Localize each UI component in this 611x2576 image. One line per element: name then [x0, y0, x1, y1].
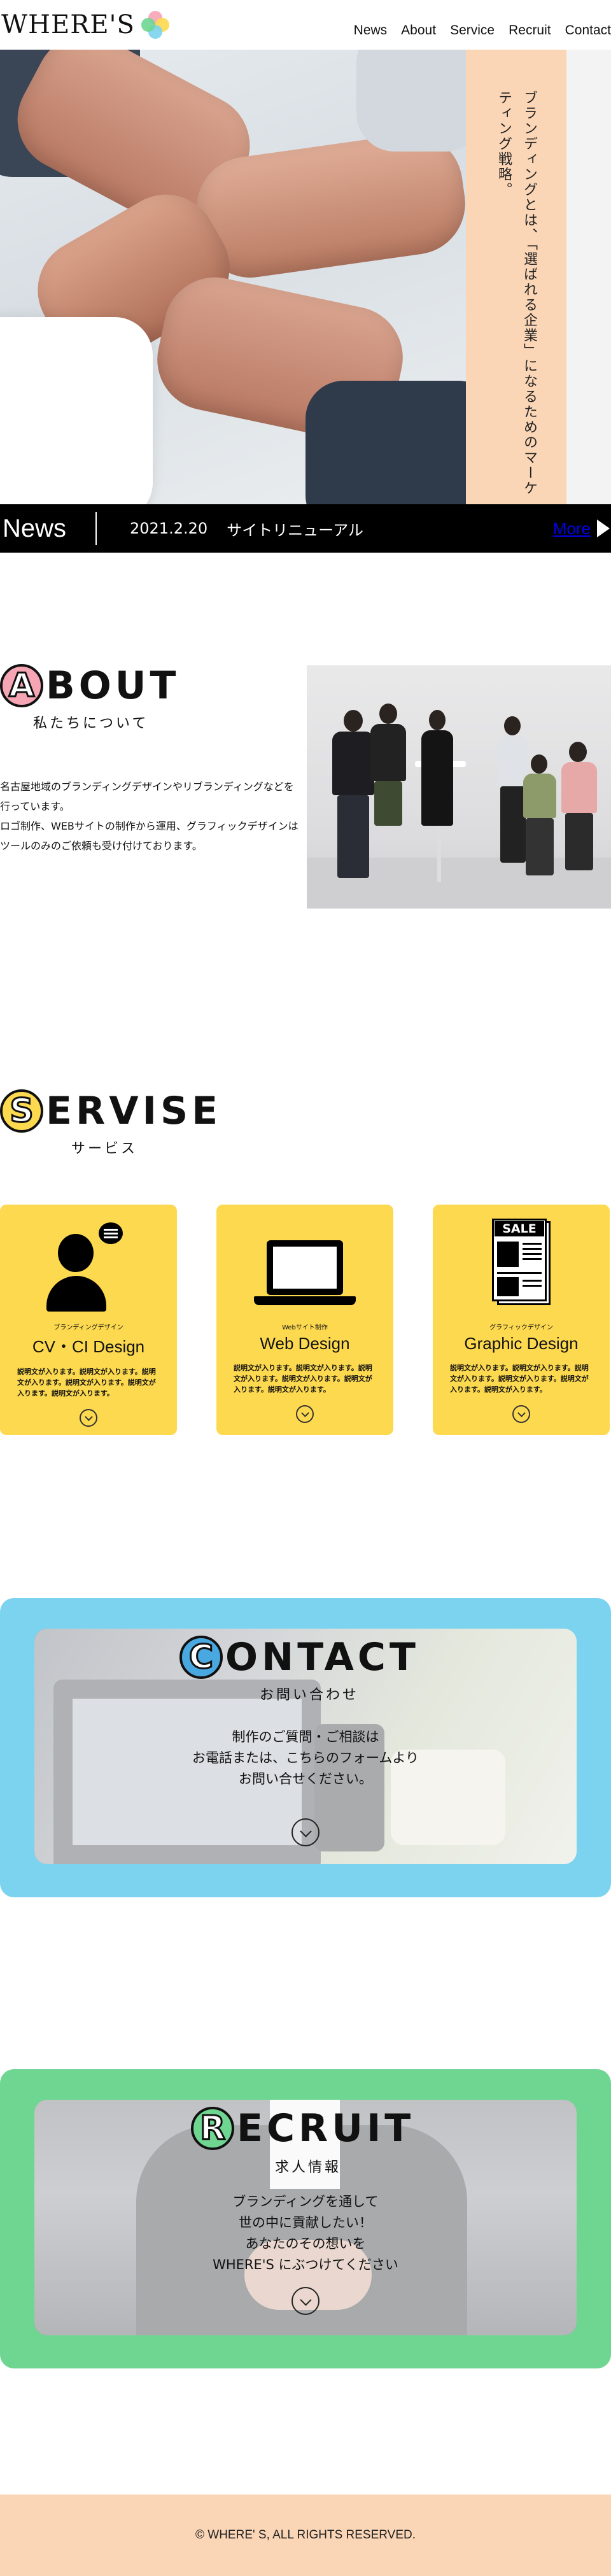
news-more-label: More: [552, 518, 591, 538]
news-date: 2021.2.20: [130, 520, 208, 537]
about-subtitle: 私たちについて: [33, 716, 149, 732]
service-ci-category: ブランディングデザイン: [53, 1324, 123, 1331]
about-team-photo: [307, 665, 611, 909]
chevron-down-icon[interactable]: [296, 1405, 314, 1423]
service-web-title: Web Design: [260, 1334, 350, 1353]
contact-heading: C ONTACT: [179, 1635, 419, 1680]
news-headline[interactable]: サイトリニューアル: [227, 518, 363, 540]
service-heading: S ERVISE: [0, 1089, 221, 1133]
recruit-message: ブランディングを通して 世の中に貢献したい！ あなたのその想いを WHERE'S…: [34, 2191, 577, 2275]
service-card-web[interactable]: Webサイト制作 Web Design 説明文が入ります。説明文が入ります。説明…: [216, 1205, 393, 1435]
recruit-line-2: 世の中に貢献したい！: [239, 2215, 372, 2230]
chevron-down-icon[interactable]: [80, 1409, 97, 1427]
main-nav: News About Service Recruit Contact: [354, 23, 611, 38]
recruit-chevron-down-icon[interactable]: [291, 2287, 320, 2315]
nav-service[interactable]: Service: [450, 23, 495, 38]
service-web-category: Webサイト制作: [282, 1324, 328, 1331]
chevron-down-icon[interactable]: [512, 1405, 530, 1423]
clover-logo-icon: [141, 11, 169, 39]
service-subtitle: サービス: [71, 1141, 138, 1157]
contact-line-2: お電話または、こちらのフォームより: [192, 1750, 419, 1766]
logo-text: WHERE'S: [1, 10, 135, 39]
service-card-ci[interactable]: ブランディングデザイン CV・CI Design 説明文が入ります。説明文が入り…: [0, 1205, 177, 1435]
logo[interactable]: WHERE'S: [1, 10, 169, 39]
service-graphic-title: Graphic Design: [464, 1334, 579, 1353]
hero-tagline-panel: ブランディングとは、「選ばれる企業」になるためのマーケティング戦略。: [466, 50, 566, 504]
newspaper-icon: SALE: [483, 1219, 559, 1314]
about-initial: A: [0, 664, 43, 707]
about-heading: A BOUT: [0, 663, 179, 708]
nav-contact[interactable]: Contact: [565, 23, 611, 38]
news-divider: [95, 512, 97, 545]
contact-chevron-down-icon[interactable]: [291, 1818, 320, 1846]
laptop-icon: [254, 1219, 356, 1314]
service-ci-desc: 説明文が入ります。説明文が入ります。説明文が入ります。説明文が入ります。説明文が…: [17, 1368, 156, 1398]
recruit-line-4: WHERE'S にぶつけてください: [213, 2257, 398, 2272]
hero-side-strip: [566, 50, 611, 504]
nav-about[interactable]: About: [401, 23, 436, 38]
news-bar: News 2021.2.20 サイトリニューアル More: [0, 504, 611, 553]
contact-subtitle: お問い合わせ: [260, 1687, 360, 1703]
nav-recruit[interactable]: Recruit: [509, 23, 551, 38]
news-title: News: [3, 514, 67, 542]
recruit-line-3: あなたのその想いを: [245, 2236, 366, 2251]
contact-line-1: 制作のご質問・ご相談は: [232, 1729, 379, 1744]
contact-message: 制作のご質問・ご相談は お電話または、こちらのフォームより お問い合せください。: [34, 1727, 577, 1790]
recruit-heading-rest: ECRUIT: [237, 2106, 415, 2151]
about-heading-rest: BOUT: [46, 663, 180, 708]
site-header: WHERE'S News About Service Recruit Conta…: [0, 0, 611, 50]
recruit-line-1: ブランディングを通して: [232, 2194, 379, 2209]
recruit-heading: R ECRUIT: [191, 2106, 414, 2151]
triangle-right-icon: [597, 520, 610, 537]
recruit-initial: R: [191, 2107, 234, 2150]
hero-banner: ブランディングとは、「選ばれる企業」になるためのマーケティング戦略。: [0, 50, 611, 504]
service-ci-title: CV・CI Design: [32, 1337, 145, 1356]
about-description: 名古屋地域のブランディングデザインやリブランディングなどを行っています。 ロゴ制…: [0, 777, 299, 856]
nav-news[interactable]: News: [354, 23, 388, 38]
contact-initial: C: [179, 1636, 223, 1679]
service-web-desc: 説明文が入ります。説明文が入ります。説明文が入ります。説明文が入ります。説明文が…: [234, 1364, 372, 1394]
copyright-text: © WHERE' S, ALL RIGHTS RESERVED.: [195, 2528, 416, 2542]
newspaper-sale-label: SALE: [495, 1221, 544, 1236]
person-chat-icon: [46, 1219, 127, 1314]
hero-tagline: ブランディングとは、「選ばれる企業」になるためのマーケティング戦略。: [496, 90, 537, 496]
news-more-link[interactable]: More: [553, 504, 611, 553]
site-footer: © WHERE' S, ALL RIGHTS RESERVED.: [0, 2495, 611, 2576]
service-initial: S: [0, 1089, 43, 1133]
recruit-subtitle: 求人情報: [275, 2160, 342, 2176]
contact-line-3: お問い合せください。: [239, 1771, 372, 1787]
about-paragraph-2: ロゴ制作、WEBサイトの制作から運用、グラフィックデザインはツールのみのご依頼も…: [0, 820, 298, 852]
contact-heading-rest: ONTACT: [225, 1635, 419, 1680]
service-card-graphic[interactable]: SALE グラフィックデザイン Graphic Design 説明文が入ります。…: [433, 1205, 610, 1435]
about-paragraph-1: 名古屋地域のブランディングデザインやリブランディングなどを行っています。: [0, 781, 294, 812]
service-graphic-desc: 説明文が入ります。説明文が入ります。説明文が入ります。説明文が入ります。説明文が…: [450, 1364, 589, 1394]
service-heading-rest: ERVISE: [46, 1089, 222, 1133]
service-graphic-category: グラフィックデザイン: [489, 1324, 553, 1331]
